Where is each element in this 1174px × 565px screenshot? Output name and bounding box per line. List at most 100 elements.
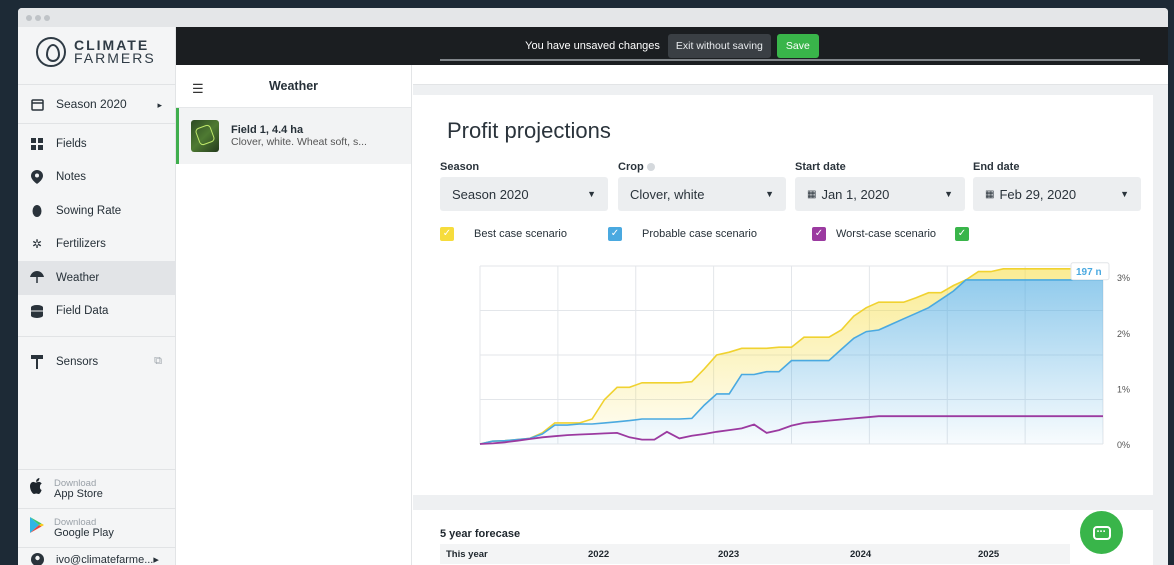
season-selector-label: Season 2020 [56, 97, 127, 111]
map-pin-icon [30, 170, 44, 185]
end-date-picker[interactable]: ▦ Feb 29, 2020 ▼ [973, 177, 1141, 211]
field-panel: ☰ Weather Field 1, 4.4 ha Clover, white.… [176, 65, 412, 565]
window-close-dot[interactable] [26, 15, 32, 21]
desktop-background: CLIMATE FARMERS Season 2020 ▸ Fields Not… [0, 0, 1174, 565]
field-name: Field 1, 4.4 ha [231, 124, 304, 136]
forecast-col-2025: 2025 [978, 549, 1000, 560]
google-play-big: Google Play [54, 526, 114, 539]
end-date-label: End date [973, 161, 1020, 173]
sidebar-nav: Fields Notes Sowing Rate ✲ Fertilizers W… [18, 127, 176, 379]
google-play-small: Download [54, 516, 97, 528]
season-selector[interactable]: Season 2020 ▸ [18, 84, 176, 124]
crop-label-wrap: Crop [618, 161, 655, 173]
caret-down-icon: ▼ [765, 189, 774, 199]
sidebar-item-label: Fields [56, 137, 87, 150]
unsaved-message: You have unsaved changes [525, 40, 660, 52]
database-icon [30, 304, 44, 318]
tooltip-label: 197 n [1076, 267, 1102, 278]
season-dropdown-value: Season 2020 [452, 186, 529, 202]
caret-down-icon: ▼ [587, 189, 596, 199]
grid-icon [30, 137, 44, 151]
forecast-col-2024: 2024 [850, 549, 872, 560]
start-date-label: Start date [795, 161, 846, 173]
checkbox-checked-icon[interactable]: ✓ [440, 227, 454, 241]
sidebar-item-fertilizers[interactable]: ✲ Fertilizers [18, 228, 176, 262]
checkbox-checked-icon[interactable]: ✓ [955, 227, 969, 241]
window-minimize-dot[interactable] [35, 15, 41, 21]
season-label: Season [440, 161, 480, 173]
legend-label: Best case scenario [474, 228, 567, 240]
legend-extra[interactable]: ✓ [955, 227, 989, 241]
seed-icon [30, 204, 44, 218]
sensor-icon [30, 354, 44, 369]
app-window: CLIMATE FARMERS Season 2020 ▸ Fields Not… [18, 8, 1168, 565]
window-titlebar [18, 8, 1168, 27]
sidebar-item-sensors[interactable]: Sensors ⧉ [18, 345, 176, 379]
google-play-icon [30, 517, 44, 538]
checkbox-checked-icon[interactable]: ✓ [812, 227, 826, 241]
app-store-link[interactable]: Download App Store [18, 469, 176, 507]
caret-down-icon: ▼ [1120, 189, 1129, 199]
sidebar-item-field-data[interactable]: Field Data [18, 295, 176, 329]
save-button[interactable]: Save [776, 34, 819, 58]
umbrella-icon [30, 271, 44, 285]
y-tick-label: 0% [1117, 440, 1130, 450]
user-avatar-icon [30, 553, 44, 565]
checkbox-checked-icon[interactable]: ✓ [608, 227, 622, 241]
info-icon[interactable] [646, 163, 655, 172]
page-title: Profit projections [447, 118, 611, 143]
start-date-picker[interactable]: ▦ Jan 1, 2020 ▼ [795, 177, 965, 211]
chat-button[interactable] [1080, 511, 1123, 554]
field-card[interactable]: Field 1, 4.4 ha Clover, white. Wheat sof… [176, 108, 411, 164]
sidebar-item-label: Sowing Rate [56, 204, 122, 217]
calendar-icon: ▦ [807, 188, 817, 200]
forecast-col-this-year: This year [446, 549, 488, 560]
logo-line2: FARMERS [74, 50, 156, 66]
app-store-big: App Store [54, 487, 103, 500]
google-play-link[interactable]: Download Google Play [18, 508, 176, 546]
sidebar-item-label: Field Data [56, 305, 109, 318]
start-date-value: Jan 1, 2020 [821, 186, 890, 202]
legend-probable-case[interactable]: ✓ Probable case scenario [608, 227, 757, 241]
crop-label: Crop [618, 161, 644, 173]
forecast-card: 5 year forecase This year 2022 2023 2024… [413, 510, 1153, 565]
calendar-icon: ▦ [985, 188, 995, 200]
main-content: Profit projections Season Crop Start dat… [413, 59, 1168, 565]
crop-dropdown[interactable]: Clover, white ▼ [618, 177, 786, 211]
previous-table-strip [413, 59, 1168, 85]
season-dropdown[interactable]: Season 2020 ▼ [440, 177, 608, 211]
field-panel-header: ☰ Weather [176, 65, 411, 108]
menu-icon[interactable]: ☰ [192, 81, 204, 97]
legend-label: Worst-case scenario [836, 228, 937, 240]
sidebar-item-weather[interactable]: Weather [18, 261, 176, 295]
sidebar-item-label: Weather [56, 271, 100, 284]
external-link-icon[interactable]: ⧉ [154, 355, 162, 368]
exit-without-saving-button[interactable]: Exit without saving [667, 34, 771, 58]
window-maximize-dot[interactable] [44, 15, 50, 21]
field-description: Clover, white. Wheat soft, s... [231, 136, 367, 148]
sidebar-item-sowing-rate[interactable]: Sowing Rate [18, 194, 176, 228]
sidebar-item-notes[interactable]: Notes [18, 161, 176, 195]
end-date-value: Feb 29, 2020 [999, 186, 1077, 202]
y-tick-label: 2% [1117, 329, 1130, 339]
calendar-icon [30, 97, 44, 111]
sidebar-item-fields[interactable]: Fields [18, 127, 176, 161]
forecast-col-2022: 2022 [588, 549, 610, 560]
chat-bubble-icon [1092, 523, 1111, 540]
logo[interactable]: CLIMATE FARMERS [18, 27, 176, 77]
profit-projections-card: Profit projections Season Crop Start dat… [413, 95, 1153, 495]
legend-label: Probable case scenario [642, 228, 757, 240]
apple-icon [30, 478, 44, 499]
legend-best-case[interactable]: ✓ Best case scenario [440, 227, 567, 241]
user-email: ivo@climatefarme...▸ [56, 554, 159, 565]
field-thumbnail [191, 120, 219, 152]
app-store-small: Download [54, 477, 97, 489]
caret-down-icon: ▼ [944, 189, 953, 199]
field-panel-title: Weather [268, 79, 319, 93]
sidebar-item-label: Fertilizers [56, 238, 106, 251]
profit-chart[interactable]: 0% 1% 2% 3% 197 n [413, 255, 1153, 495]
user-menu[interactable]: ivo@climatefarme...▸ [18, 547, 176, 565]
fertilizer-icon: ✲ [31, 237, 43, 252]
forecast-header-row [440, 544, 1070, 564]
legend-worst-case[interactable]: ✓ Worst-case scenario [812, 227, 936, 241]
